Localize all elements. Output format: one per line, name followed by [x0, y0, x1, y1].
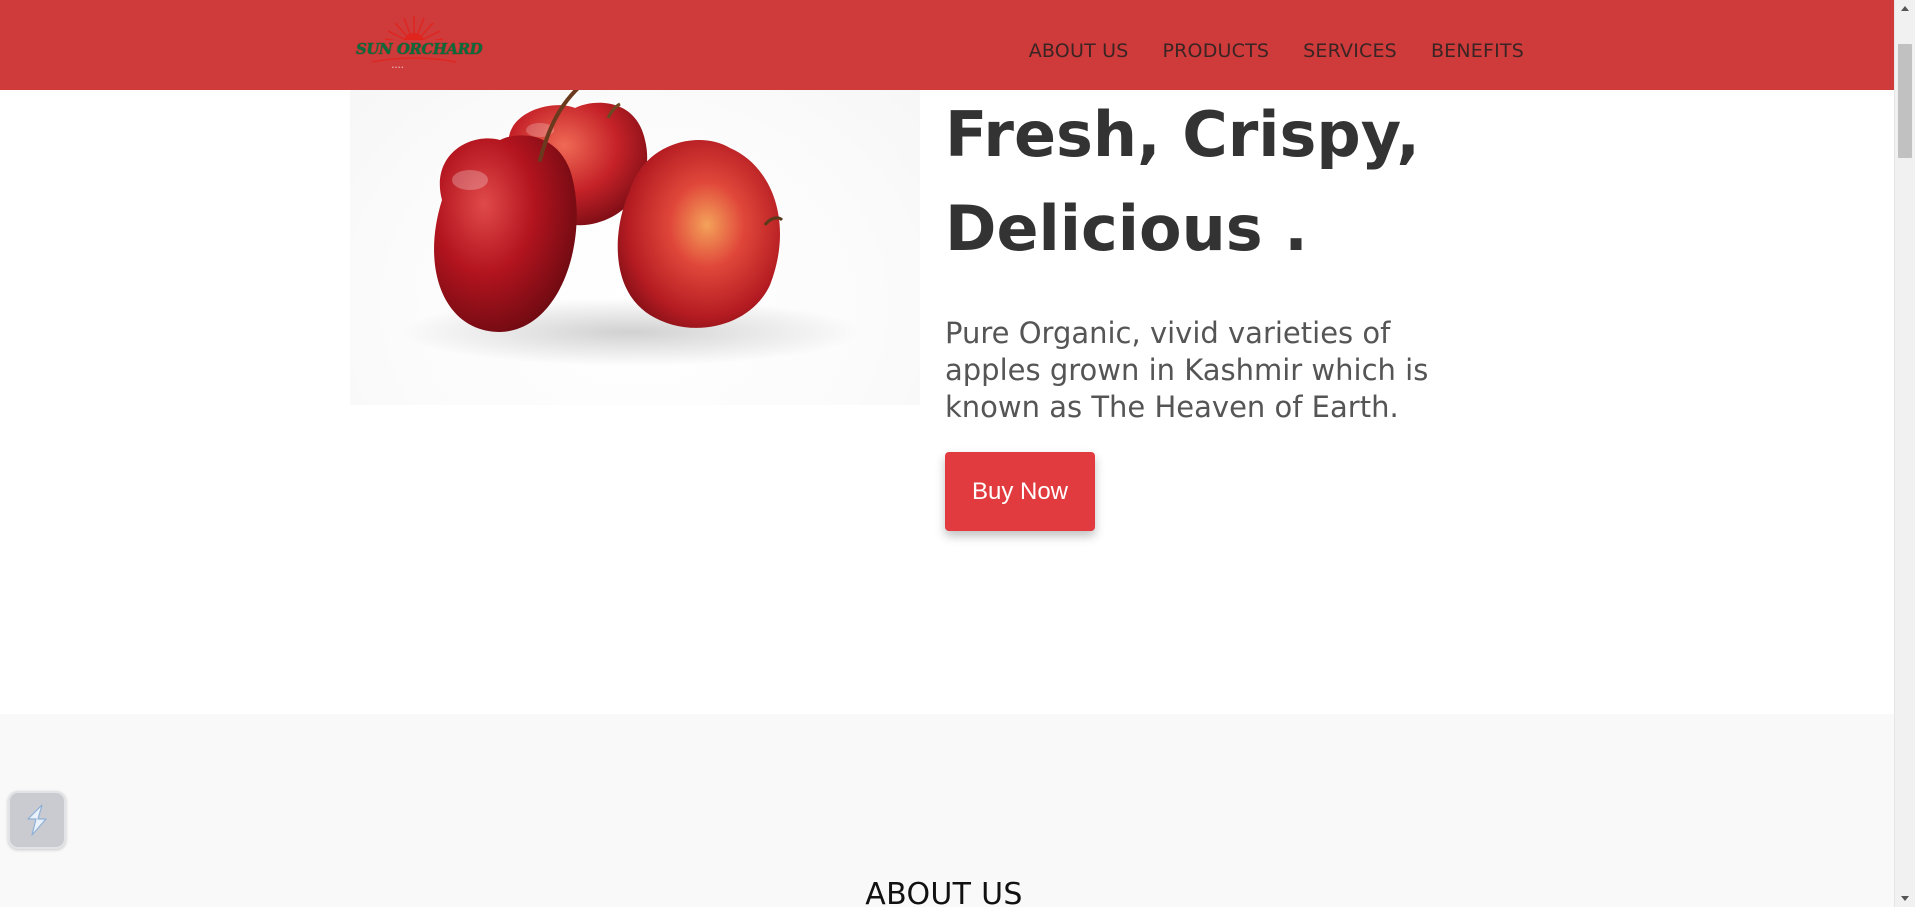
scroll-up-arrow-icon[interactable] — [1901, 6, 1909, 11]
main-nav: ABOUT US PRODUCTS SERVICES BENEFITS — [1029, 40, 1524, 62]
apples-icon — [400, 76, 860, 366]
nav-products[interactable]: PRODUCTS — [1162, 40, 1269, 62]
page: • • • • SUN ORCHARD ABOUT US PRODUCTS SE… — [0, 0, 1915, 907]
svg-text:• • • •: • • • • — [392, 65, 403, 71]
nav-services[interactable]: SERVICES — [1303, 40, 1397, 62]
vertical-scrollbar[interactable] — [1894, 0, 1915, 907]
nav-benefits[interactable]: BENEFITS — [1431, 40, 1524, 62]
hero-title-line-1: Fresh, Crispy, — [945, 98, 1420, 171]
lightning-widget-icon — [27, 804, 47, 836]
hero-description: Pure Organic, vivid varieties of apples … — [945, 316, 1429, 424]
logo-text: SUN ORCHARD — [356, 40, 483, 58]
scrollbar-thumb[interactable] — [1898, 44, 1912, 158]
about-title: ABOUT US — [865, 877, 1023, 907]
logo[interactable]: • • • • SUN ORCHARD — [352, 14, 483, 72]
navbar: • • • • SUN ORCHARD ABOUT US PRODUCTS SE… — [0, 0, 1894, 90]
floating-widget-button[interactable] — [8, 791, 66, 849]
main-content: • • • • SUN ORCHARD ABOUT US PRODUCTS SE… — [0, 0, 1894, 907]
buy-now-button[interactable]: Buy Now — [945, 452, 1095, 531]
hero-title: Fresh, Crispy, Delicious . — [945, 88, 1505, 276]
hero-image — [350, 70, 920, 405]
scroll-down-arrow-icon[interactable] — [1901, 896, 1909, 901]
about-section: ABOUT US — [0, 714, 1894, 907]
hero-title-line-2: Delicious . — [945, 192, 1308, 265]
nav-about-us[interactable]: ABOUT US — [1029, 40, 1129, 62]
